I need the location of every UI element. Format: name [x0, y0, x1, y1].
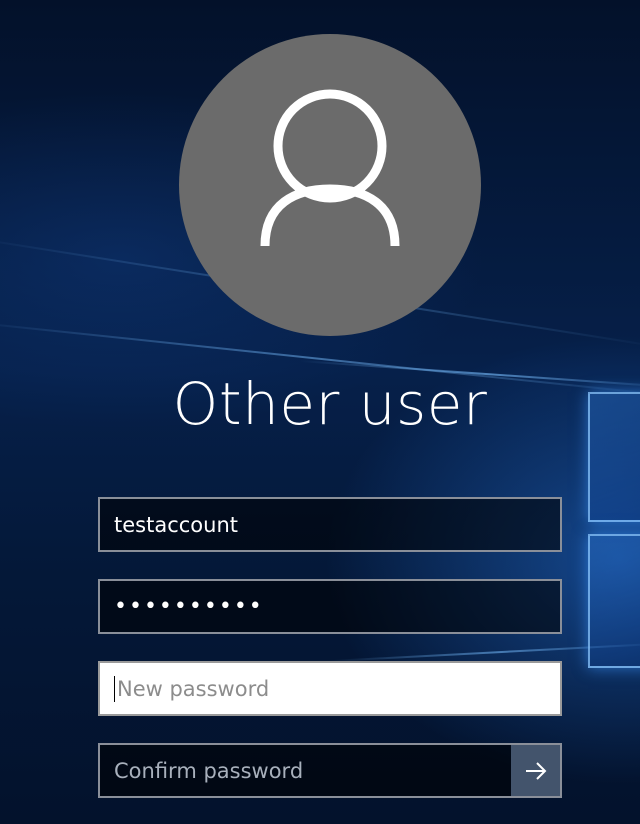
username-title: Other user — [172, 370, 488, 438]
username-value: testaccount — [114, 512, 238, 537]
text-caret — [114, 675, 115, 702]
arrow-right-icon — [525, 761, 546, 780]
confirm-password-field[interactable]: Confirm password — [98, 743, 562, 798]
username-field[interactable]: testaccount — [98, 497, 562, 552]
windows-logo-pane — [588, 534, 640, 668]
user-avatar — [179, 34, 481, 336]
new-password-field[interactable]: New password — [98, 661, 562, 716]
new-password-placeholder: New password — [117, 676, 270, 701]
submit-button[interactable] — [511, 745, 560, 796]
confirm-password-placeholder: Confirm password — [114, 758, 304, 783]
password-value: •••••••••• — [114, 594, 264, 619]
user-silhouette-icon — [260, 89, 400, 247]
password-field[interactable]: •••••••••• — [98, 579, 562, 634]
